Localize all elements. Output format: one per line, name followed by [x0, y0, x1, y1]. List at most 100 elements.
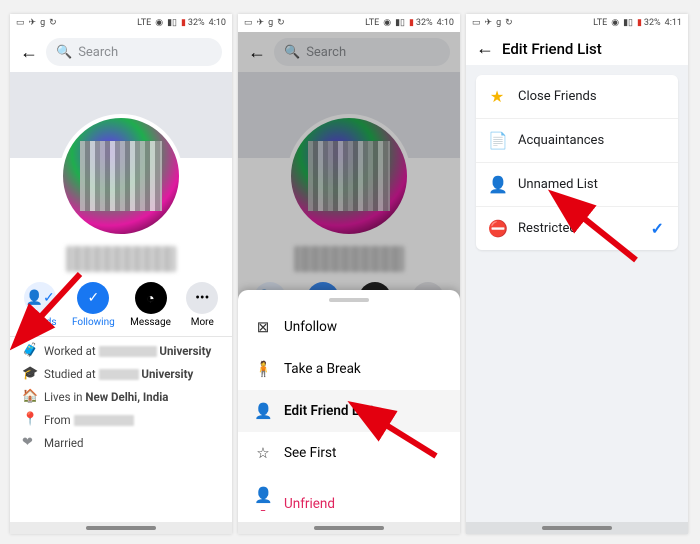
message-button[interactable]: ◔ Message	[130, 282, 171, 328]
friends-button[interactable]: 👤✓ Friends	[24, 282, 57, 328]
signal-icon: ▮▯	[167, 19, 177, 28]
header-row: ← 🔍 Search	[10, 32, 232, 72]
signal-icon: ▮▯	[395, 19, 405, 28]
study-blur	[99, 369, 139, 380]
card-icon: ▭	[472, 19, 481, 28]
friends-icon: 👤✓	[26, 290, 55, 306]
profile-name-blur	[66, 246, 176, 272]
work-blur	[99, 346, 157, 357]
heart-icon: ❤	[22, 435, 36, 450]
status-bar: ▭ ✈ g ↻ LTE ◉ ▮▯ ▮ 32% 4:10	[238, 14, 460, 32]
page-title: Edit Friend List	[502, 40, 602, 58]
about-from[interactable]: 📍 From	[22, 412, 220, 427]
divider	[10, 336, 232, 337]
acquaintances-label: Acquaintances	[518, 133, 604, 148]
profile-actions: 👤✓ Friends ✓ Following ◔ Message ••• Mor…	[10, 272, 232, 334]
back-arrow-icon[interactable]: ←	[476, 38, 494, 59]
clock: 4:11	[665, 18, 682, 28]
battery-indicator: ▮ 32%	[637, 18, 661, 28]
lives-in-label: Lives in	[44, 390, 83, 404]
avatar-blur	[80, 141, 161, 211]
following-label: Following	[72, 317, 115, 328]
more-label: More	[191, 317, 214, 328]
back-arrow-icon[interactable]: ←	[20, 42, 38, 63]
sheet-edit-friend-list[interactable]: 👤 Edit Friend List	[238, 390, 460, 432]
battery-indicator: ▮ 32%	[409, 18, 433, 28]
home-icon: 🏠	[22, 389, 36, 404]
nav-pill[interactable]	[314, 526, 384, 530]
unnamed-label: Unnamed List	[518, 177, 598, 192]
sheet-unfollow[interactable]: ⊠ Unfollow	[238, 306, 460, 348]
sheet-take-break[interactable]: 🧍 Take a Break	[238, 348, 460, 390]
card-icon: ▭	[16, 19, 25, 28]
reload-icon: ↻	[49, 19, 57, 28]
battery-pct: 32%	[416, 18, 433, 28]
search-input[interactable]: 🔍 Search	[46, 38, 222, 66]
worked-at-label: Worked at	[44, 344, 96, 358]
cover-photo[interactable]	[10, 72, 232, 158]
wifi-icon: ◉	[383, 19, 391, 28]
list-unnamed[interactable]: 👤 Unnamed List	[476, 163, 678, 207]
more-button[interactable]: ••• More	[186, 282, 218, 328]
sheet-see-first[interactable]: ☆ See First	[238, 432, 460, 474]
see-first-label: See First	[284, 445, 336, 461]
battery-pct: 32%	[188, 18, 205, 28]
nav-pill[interactable]	[86, 526, 156, 530]
about-study[interactable]: 🎓 Studied at University	[22, 366, 220, 381]
reload-icon: ↻	[277, 19, 285, 28]
lte-label: LTE	[365, 19, 379, 28]
g-icon: g	[40, 19, 45, 28]
lte-label: LTE	[593, 19, 607, 28]
message-label: Message	[130, 317, 171, 328]
list-restricted[interactable]: ⛔ Restricted ✓	[476, 207, 678, 250]
unfollow-label: Unfollow	[284, 319, 337, 335]
phone-panel-2: ▭ ✈ g ↻ LTE ◉ ▮▯ ▮ 32% 4:10 ← 🔍 Search	[238, 14, 460, 534]
graduation-icon: 🎓	[22, 366, 36, 381]
search-placeholder: Search	[78, 45, 118, 60]
work-university: University	[159, 344, 211, 358]
friends-label: Friends	[24, 317, 57, 328]
lte-label: LTE	[137, 19, 151, 28]
about-lives[interactable]: 🏠 Lives in New Delhi, India	[22, 389, 220, 404]
wifi-icon: ◉	[611, 19, 619, 28]
from-label: From	[44, 413, 71, 427]
about-work[interactable]: 🧳 Worked at University	[22, 343, 220, 358]
study-university: University	[141, 367, 193, 381]
unfriend-label: Unfriend	[284, 496, 335, 512]
battery-icon: ▮	[181, 19, 186, 28]
list-close-friends[interactable]: ★ Close Friends	[476, 75, 678, 119]
send-icon: ✈	[485, 19, 493, 28]
unfriend-icon: 👤⁻	[254, 486, 272, 522]
clock: 4:10	[209, 18, 226, 28]
battery-icon: ▮	[637, 19, 642, 28]
following-button[interactable]: ✓ Following	[72, 282, 115, 328]
phone-panel-3: ▭ ✈ g ↻ LTE ◉ ▮▯ ▮ 32% 4:11 ← Edit Frien…	[466, 14, 688, 534]
pin-icon: 📍	[22, 412, 36, 427]
sheet-handle[interactable]	[329, 298, 369, 302]
edit-list-icon: 👤	[254, 402, 272, 420]
about-married[interactable]: ❤ Married	[22, 435, 220, 450]
battery-pct: 32%	[644, 18, 661, 28]
person-icon: 👤	[488, 175, 506, 194]
list-icon: 📄	[488, 131, 506, 150]
from-blur	[74, 415, 134, 426]
see-first-icon: ☆	[254, 444, 272, 462]
star-icon: ★	[488, 87, 506, 106]
studied-at-label: Studied at	[44, 367, 96, 381]
status-bar: ▭ ✈ g ↻ LTE ◉ ▮▯ ▮ 32% 4:10	[10, 14, 232, 32]
clock: 4:10	[437, 18, 454, 28]
profile-name-area	[10, 246, 232, 272]
profile-avatar[interactable]	[59, 114, 183, 238]
send-icon: ✈	[29, 19, 37, 28]
unfollow-icon: ⊠	[254, 318, 272, 336]
list-acquaintances[interactable]: 📄 Acquaintances	[476, 119, 678, 163]
battery-indicator: ▮ 32%	[181, 18, 205, 28]
briefcase-icon: 🧳	[22, 343, 36, 358]
lives-city: New Delhi, India	[85, 390, 168, 404]
wifi-icon: ◉	[155, 19, 163, 28]
card-icon: ▭	[244, 19, 253, 28]
nav-pill[interactable]	[542, 526, 612, 530]
g-icon: g	[268, 19, 273, 28]
friend-lists: ★ Close Friends 📄 Acquaintances 👤 Unname…	[476, 75, 678, 250]
check-icon: ✓	[651, 219, 664, 238]
